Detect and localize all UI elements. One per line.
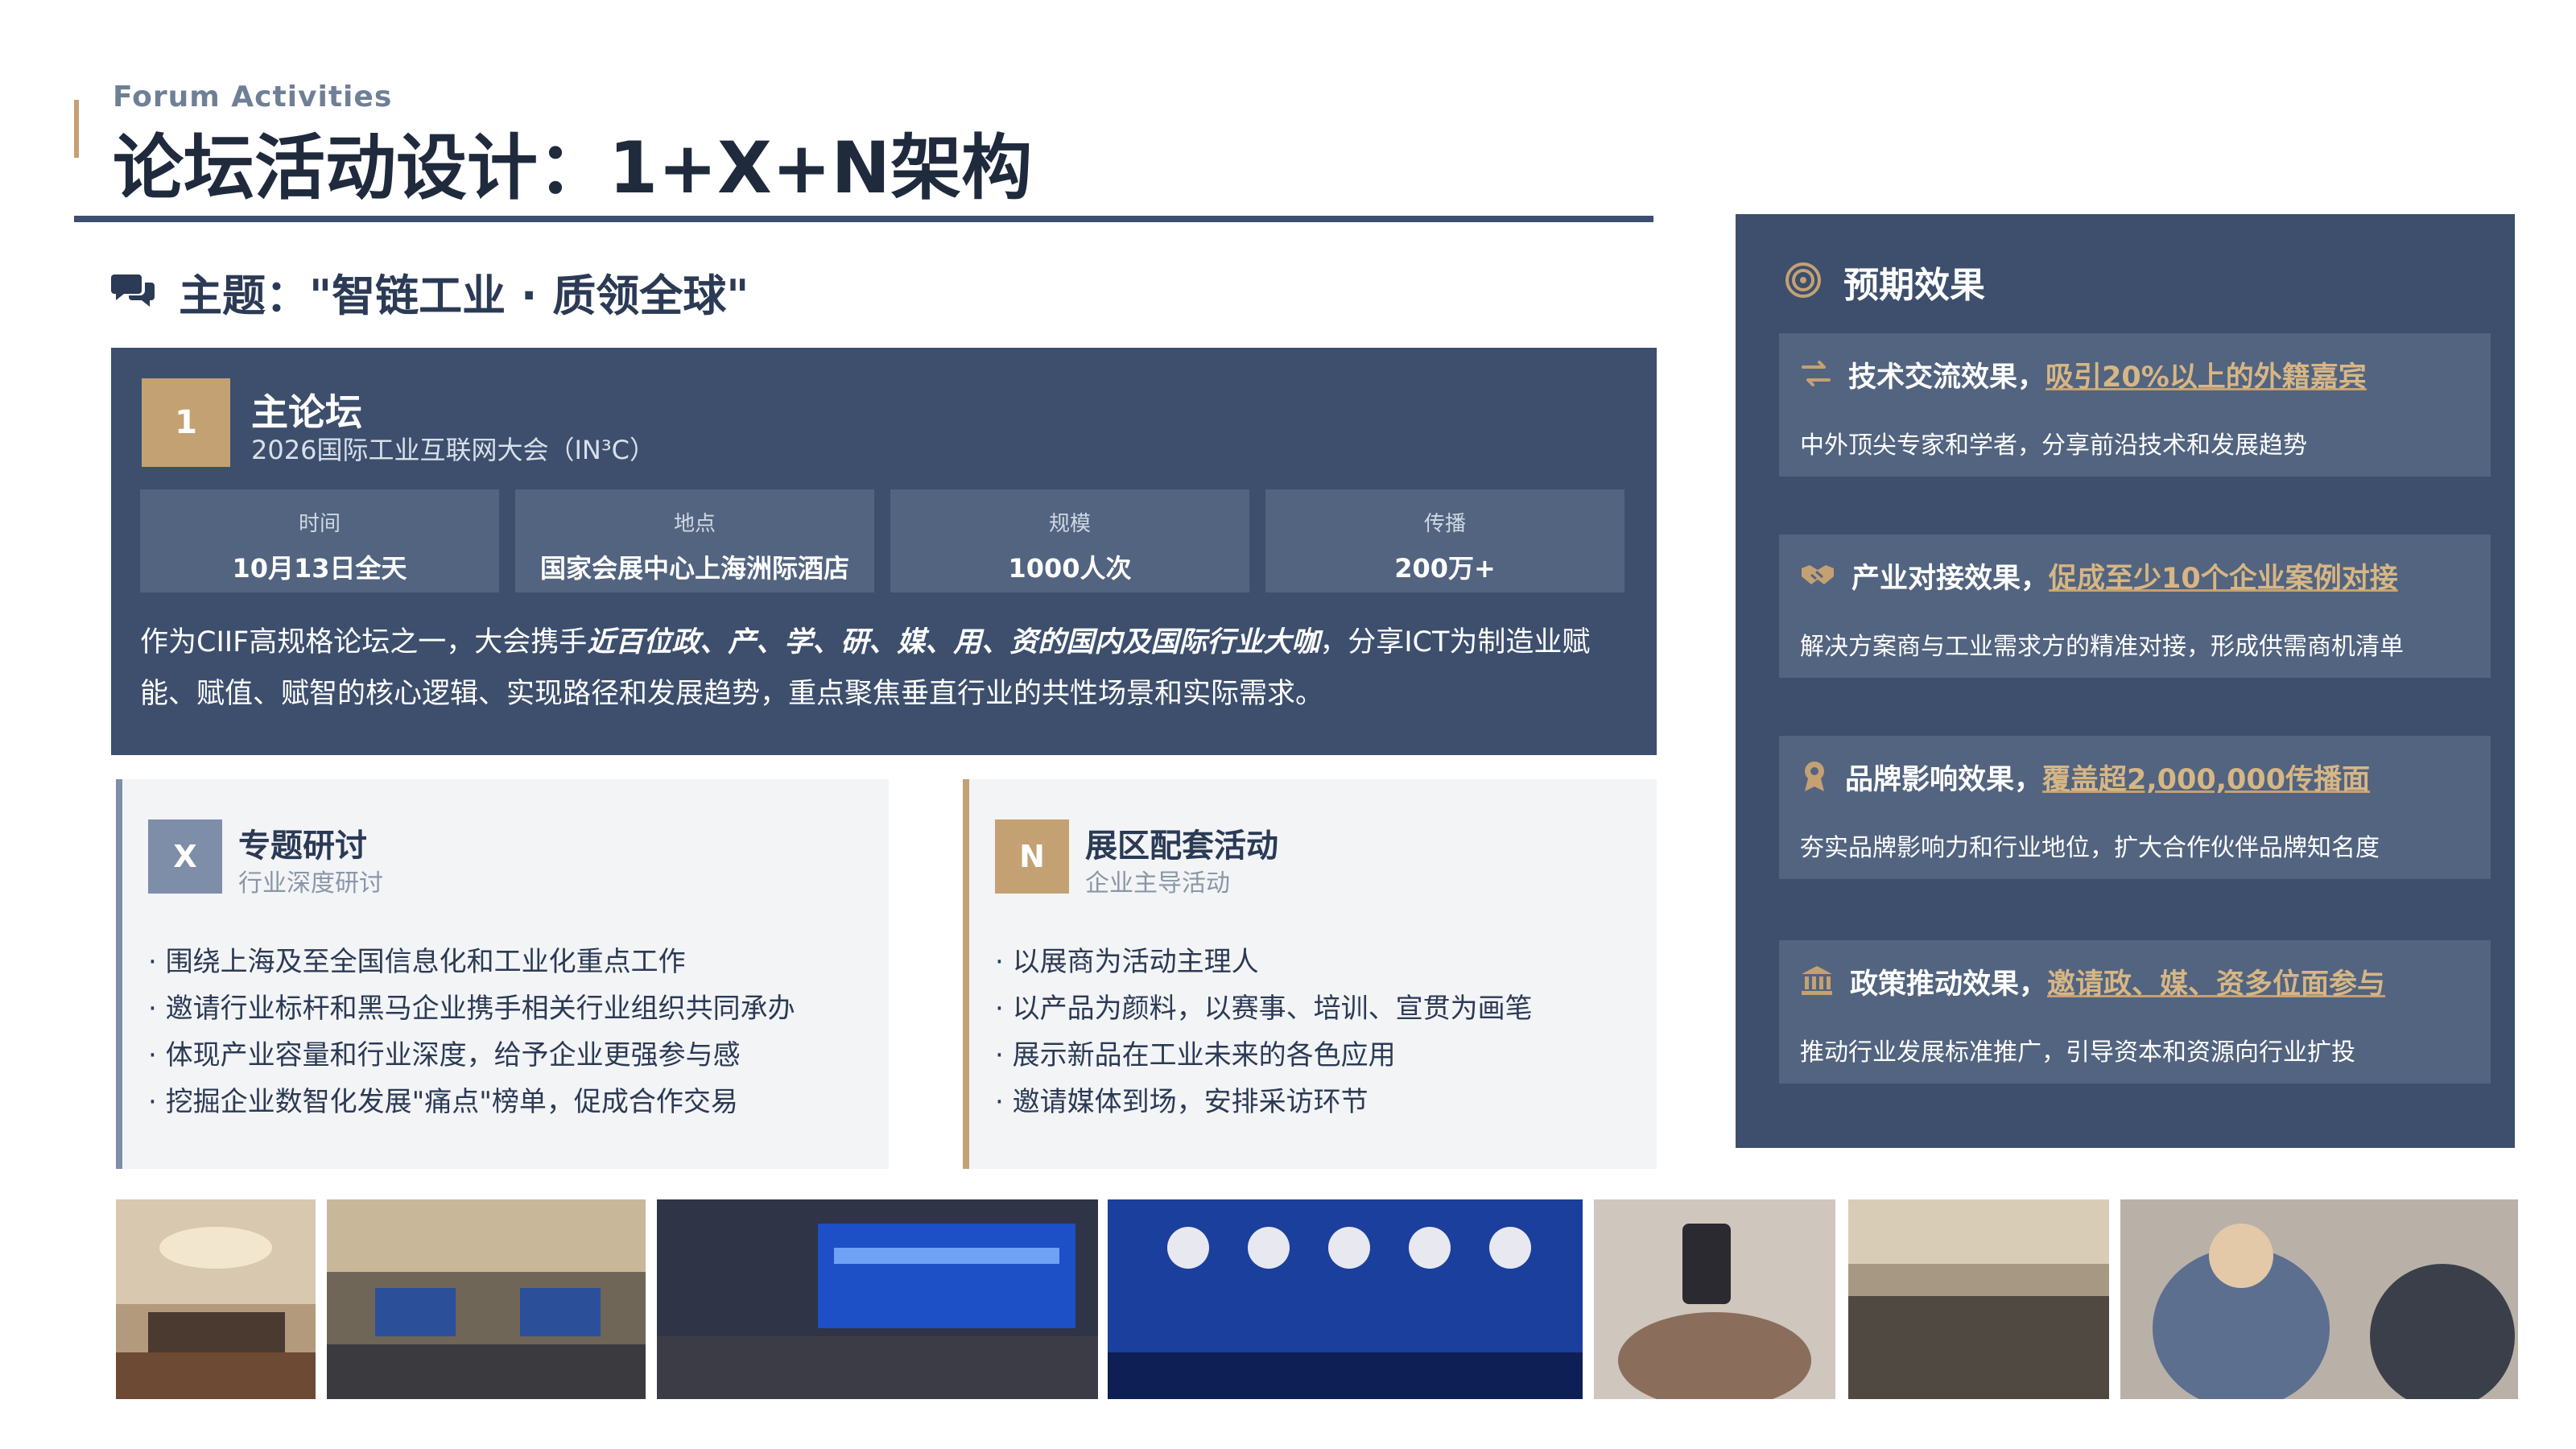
- photo-audience-phone: [1594, 1199, 1835, 1399]
- main-forum-badge: 1: [142, 378, 230, 467]
- stat-label: 地点: [673, 512, 716, 536]
- desc-part: 作为CIIF高规格论坛之一，大会携手: [140, 626, 588, 658]
- x-card-list: · 围绕上海及至全国信息化和工业化重点工作 · 邀请行业标杆和黑马企业携手相关行…: [148, 939, 795, 1125]
- list-item: · 以展商为活动主理人: [995, 946, 1259, 978]
- exchange-icon: [1800, 359, 1832, 391]
- list-item: · 邀请媒体到场，安排采访环节: [995, 1086, 1368, 1118]
- effect-title-row: 技术交流效果， 吸引20%以上的外籍嘉宾: [1800, 354, 2367, 395]
- effect-description: 推动行业发展标准推广，引导资本和资源向行业扩投: [1800, 1038, 2355, 1067]
- list-item: · 体现产业容量和行业深度，给予企业更强参与感: [148, 1039, 741, 1071]
- effect-highlight: 邀请政、媒、资多位面参与: [2047, 968, 2386, 1001]
- card-accent-bar: [116, 779, 122, 1169]
- effect-description: 中外顶尖专家和学者，分享前沿技术和发展趋势: [1800, 431, 2307, 460]
- chat-bubbles-icon: [111, 270, 156, 313]
- stat-label: 规模: [1048, 512, 1091, 536]
- stat-value: 国家会展中心上海洲际酒店: [539, 553, 849, 584]
- effect-highlight: 促成至少10个企业案例对接: [2049, 563, 2398, 595]
- n-activity-card: N 展区配套活动 企业主导活动 · 以展商为活动主理人 · 以产品为颜料，以赛事…: [963, 779, 1657, 1169]
- n-card-title: 展区配套活动: [1085, 828, 1278, 865]
- desc-emphasis: 近百位政、产、学、研、媒、用、资的国内及国际行业大咖: [587, 626, 1320, 658]
- stat-value: 1000人次: [1008, 553, 1132, 584]
- effect-name: 技术交流效果，: [1848, 361, 2046, 394]
- stat-time: 时间 10月13日全天: [140, 489, 499, 592]
- handshake-icon: [1800, 560, 1835, 592]
- expected-effects-panel: 预期效果 技术交流效果， 吸引20%以上的外籍嘉宾 中外顶尖专家和学者，分享前沿技…: [1736, 214, 2515, 1148]
- theme-text: 主题："智链工业 · 质领全球": [179, 270, 749, 321]
- x-badge: X: [148, 819, 222, 894]
- photo-panel-discussion: [1108, 1199, 1583, 1399]
- effect-name: 产业对接效果，: [1852, 563, 2050, 595]
- award-icon: [1800, 759, 1829, 796]
- effect-title-row: 品牌影响效果， 覆盖超2,000,000传播面: [1800, 757, 2370, 798]
- photo-conference-hall: [327, 1199, 646, 1399]
- effect-name: 政策推动效果，: [1850, 968, 2048, 1001]
- effect-item: 政策推动效果， 邀请政、媒、资多位面参与 推动行业发展标准推广，引导资本和资源向行…: [1779, 940, 2491, 1084]
- title-accent-bar: [74, 100, 79, 158]
- section-kicker: Forum Activities: [113, 80, 393, 114]
- list-item: · 邀请行业标杆和黑马企业携手相关行业组织共同承办: [148, 993, 795, 1025]
- photo-crowd: [1848, 1199, 2109, 1399]
- stat-label: 时间: [298, 512, 341, 536]
- stat-scale: 规模 1000人次: [890, 489, 1249, 592]
- effect-description: 解决方案商与工业需求方的精准对接，形成供需商机清单: [1800, 633, 2404, 661]
- photo-networking: [2120, 1199, 2518, 1399]
- main-forum-title: 主论坛: [251, 390, 362, 434]
- effect-highlight: 覆盖超2,000,000传播面: [2042, 764, 2371, 796]
- landmark-icon: [1800, 964, 1834, 1000]
- n-card-list: · 以展商为活动主理人 · 以产品为颜料，以赛事、培训、宣贯为画笔 · 展示新品…: [995, 939, 1533, 1125]
- list-item: · 围绕上海及至全国信息化和工业化重点工作: [148, 946, 686, 978]
- target-icon: [1784, 261, 1823, 303]
- main-forum-card: 1 主论坛 2026国际工业互联网大会（IN³C） 时间 10月13日全天 地点…: [111, 348, 1657, 755]
- x-card-subtitle: 行业深度研讨: [238, 869, 383, 898]
- stat-reach: 传播 200万+: [1265, 489, 1624, 592]
- list-item: · 挖掘企业数智化发展"痛点"榜单，促成合作交易: [148, 1086, 738, 1118]
- list-item: · 展示新品在工业未来的各色应用: [995, 1039, 1396, 1071]
- title-divider: [74, 216, 1653, 222]
- theme-line: 主题："智链工业 · 质领全球": [111, 259, 749, 324]
- effect-name: 品牌影响效果，: [1845, 764, 2043, 796]
- page-title: 论坛活动设计：1+X+N架构: [113, 126, 1033, 209]
- effect-title-row: 产业对接效果， 促成至少10个企业案例对接: [1800, 555, 2398, 597]
- main-forum-subtitle: 2026国际工业互联网大会（IN³C）: [251, 435, 655, 465]
- n-card-subtitle: 企业主导活动: [1085, 869, 1230, 898]
- effect-highlight: 吸引20%以上的外籍嘉宾: [2046, 361, 2367, 394]
- main-forum-description: 作为CIIF高规格论坛之一，大会携手近百位政、产、学、研、媒、用、资的国内及国际…: [140, 617, 1629, 720]
- n-badge: N: [995, 819, 1069, 894]
- effect-item: 技术交流效果， 吸引20%以上的外籍嘉宾 中外顶尖专家和学者，分享前沿技术和发展趋…: [1779, 333, 2491, 477]
- effect-item: 品牌影响效果， 覆盖超2,000,000传播面 夯实品牌影响力和行业地位，扩大合作…: [1779, 736, 2491, 879]
- effects-heading-text: 预期效果: [1843, 265, 1985, 306]
- x-card-title: 专题研讨: [238, 828, 367, 865]
- stat-location: 地点 国家会展中心上海洲际酒店: [515, 489, 874, 592]
- list-item: · 以产品为颜料，以赛事、培训、宣贯为画笔: [995, 993, 1533, 1025]
- card-accent-bar: [963, 779, 969, 1169]
- x-topic-card: X 专题研讨 行业深度研讨 · 围绕上海及至全国信息化和工业化重点工作 · 邀请…: [116, 779, 889, 1169]
- effect-title-row: 政策推动效果， 邀请政、媒、资多位面参与: [1800, 961, 2385, 1002]
- stat-label: 传播: [1423, 512, 1466, 536]
- photo-venue-chandelier: [116, 1199, 316, 1399]
- effect-description: 夯实品牌影响力和行业地位，扩大合作伙伴品牌知名度: [1800, 834, 2380, 862]
- stat-value: 10月13日全天: [232, 553, 407, 584]
- stat-value: 200万+: [1394, 553, 1496, 584]
- effects-heading: 预期效果: [1784, 256, 1985, 308]
- photo-main-stage: [657, 1199, 1098, 1399]
- effect-item: 产业对接效果， 促成至少10个企业案例对接 解决方案商与工业需求方的精准对接，形成…: [1779, 535, 2491, 678]
